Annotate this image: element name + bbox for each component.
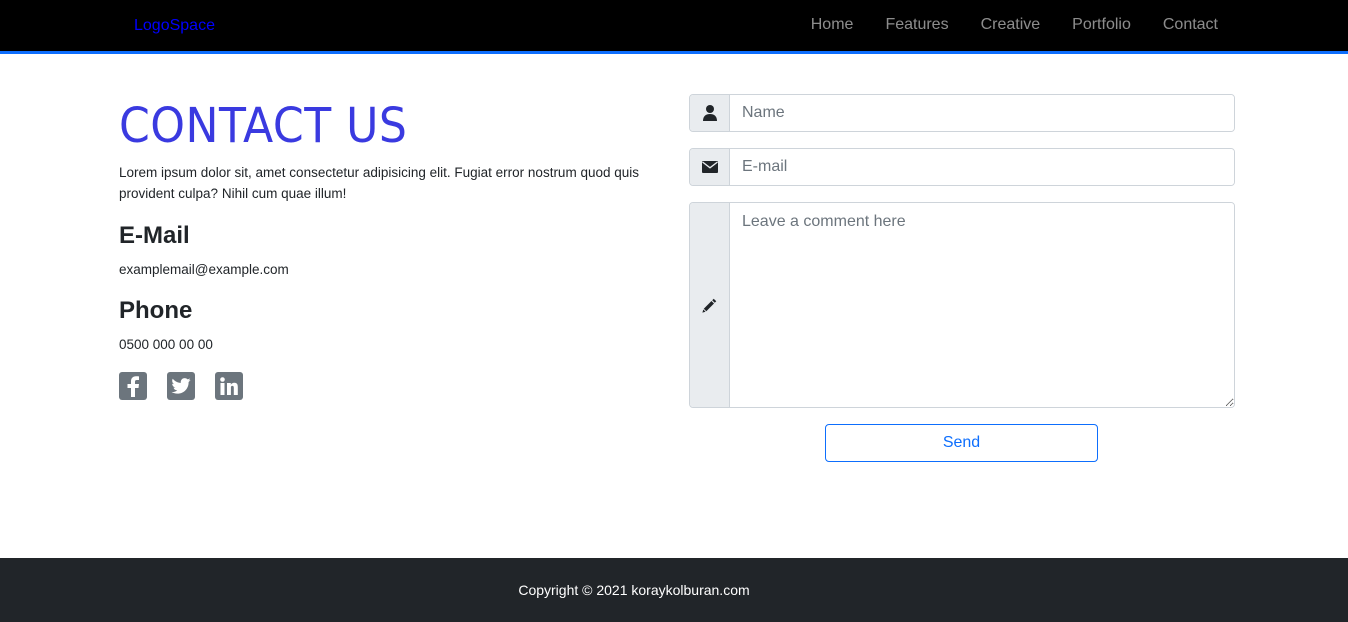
email-heading: E-Mail [119, 222, 190, 249]
phone-heading: Phone [119, 297, 193, 324]
contact-description: Lorem ipsum dolor sit, amet consectetur … [119, 165, 639, 201]
nav-features[interactable]: Features [885, 16, 948, 34]
name-input-group [689, 94, 1235, 132]
comment-textarea[interactable] [730, 203, 1234, 407]
pencil-icon [690, 203, 730, 407]
send-button[interactable]: Send [825, 424, 1098, 462]
contact-form: Send [689, 94, 1235, 462]
email-input-group [689, 148, 1235, 186]
linkedin-icon[interactable] [215, 372, 243, 400]
twitter-icon[interactable] [167, 372, 195, 400]
user-icon [690, 95, 730, 131]
name-input[interactable] [730, 95, 1234, 131]
nav-links: Home Features Creative Portfolio Contact [779, 16, 1218, 34]
email-input[interactable] [730, 149, 1234, 185]
phone-value: 0500 000 00 00 [119, 337, 213, 352]
envelope-icon [690, 149, 730, 185]
copyright-text: Copyright © 2021 koraykolburan.com [518, 582, 750, 598]
nav-contact[interactable]: Contact [1163, 16, 1218, 34]
email-value: examplemail@example.com [119, 262, 289, 277]
navbar: LogoSpace Home Features Creative Portfol… [0, 0, 1348, 54]
footer: Copyright © 2021 koraykolburan.com [0, 558, 1348, 622]
nav-home[interactable]: Home [811, 16, 854, 34]
brand-logo[interactable]: LogoSpace [134, 17, 215, 35]
nav-creative[interactable]: Creative [981, 16, 1041, 34]
social-links [119, 372, 664, 400]
comment-input-group [689, 202, 1235, 408]
page-title: CONTACT US [119, 98, 408, 154]
contact-info: CONTACT US Lorem ipsum dolor sit, amet c… [119, 96, 664, 400]
nav-portfolio[interactable]: Portfolio [1072, 16, 1131, 34]
facebook-icon[interactable] [119, 372, 147, 400]
